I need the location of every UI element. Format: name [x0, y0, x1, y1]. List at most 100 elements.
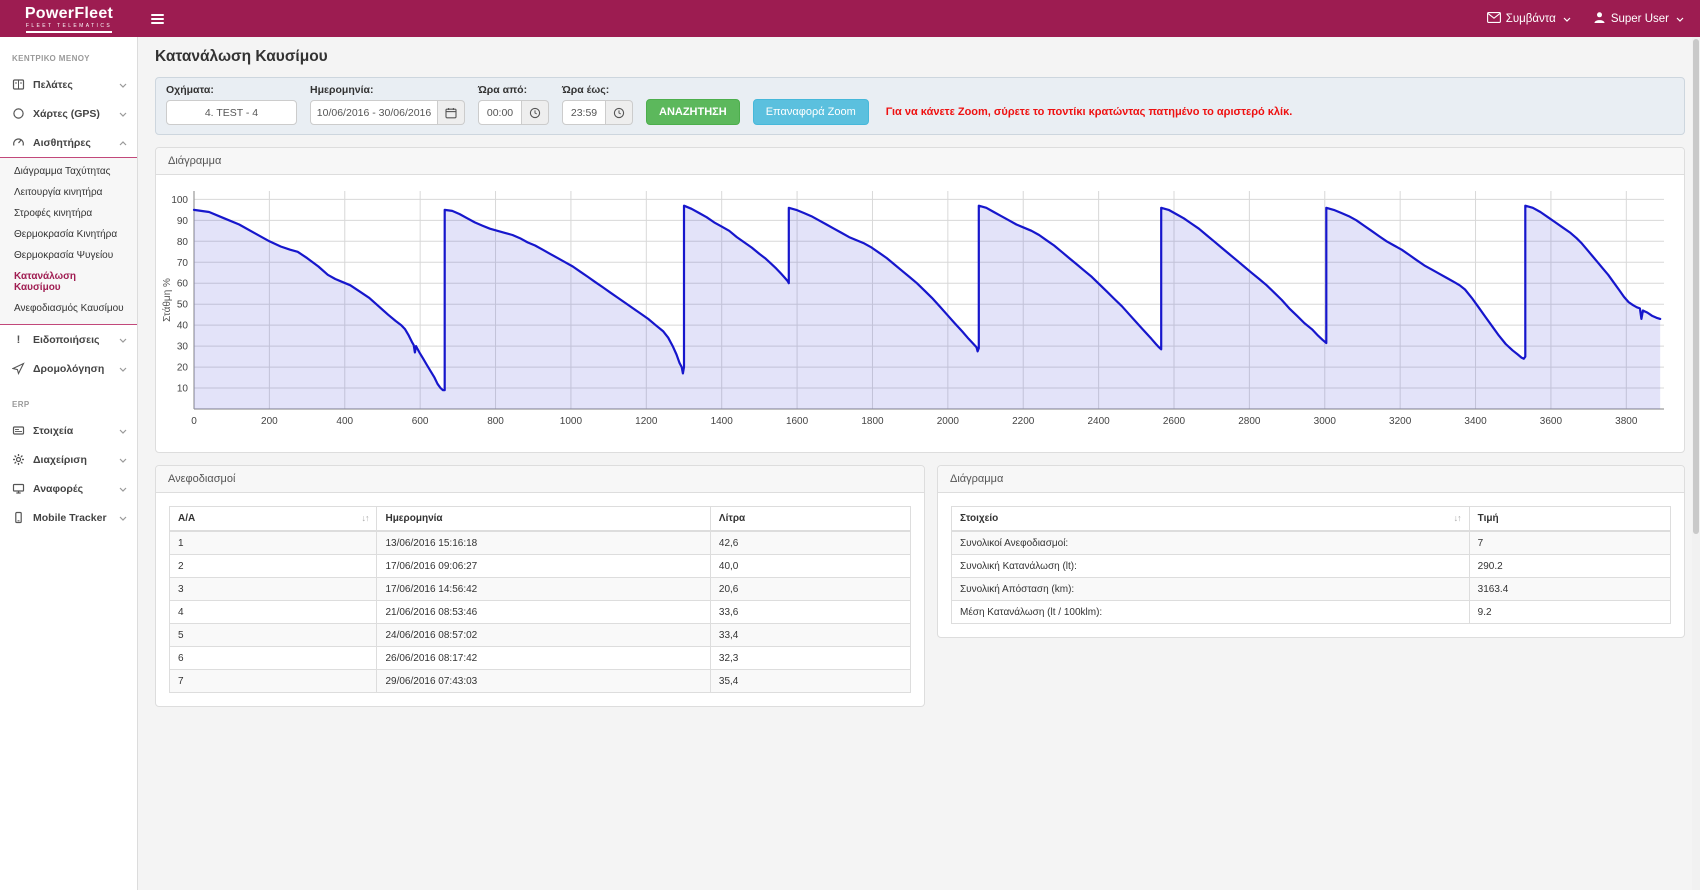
submenu-item-engine-rpm[interactable]: Στροφές κινητήρα [0, 203, 137, 224]
fuel-level-chart[interactable]: 0200400600800100012001400160018002000220… [156, 175, 1684, 452]
column-header-value[interactable]: Τιμή [1469, 507, 1670, 532]
table-cell: 2 [170, 555, 377, 578]
vertical-scrollbar[interactable] [1692, 37, 1700, 890]
svg-text:2600: 2600 [1163, 416, 1186, 427]
column-header-item[interactable]: Στοιχείο↓↑ [952, 507, 1470, 532]
svg-text:3400: 3400 [1464, 416, 1487, 427]
table-cell: 17/06/2016 14:56:42 [377, 578, 710, 601]
scrollbar-thumb[interactable] [1693, 39, 1699, 534]
main-content: Κατανάλωση Καυσίμου Οχήματα: Ημερομηνία:… [139, 37, 1685, 890]
sidebar-item-label: Πελάτες [33, 79, 111, 91]
top-navbar: PowerFleet FLEET TELEMATICS Συμβάντα Sup… [0, 0, 1700, 37]
vehicles-input[interactable] [166, 100, 297, 125]
reset-zoom-button[interactable]: Επαναφορά Zoom [753, 99, 869, 125]
submenu-item-speed-chart[interactable]: Διάγραμμα Ταχύτητας [0, 161, 137, 182]
chevron-down-icon [1563, 13, 1571, 25]
svg-text:1800: 1800 [861, 416, 884, 427]
svg-text:1000: 1000 [560, 416, 583, 427]
globe-icon [12, 107, 25, 120]
sidebar-item-label: Mobile Tracker [33, 512, 111, 524]
sidebar-item-notifications[interactable]: ! Ειδοποιήσεις [0, 325, 137, 354]
sort-icon[interactable]: ↓↑ [361, 513, 368, 523]
svg-text:2400: 2400 [1087, 416, 1110, 427]
submenu-item-engine-operation[interactable]: Λειτουργία κινητήρα [0, 182, 137, 203]
stats-panel: Διάγραμμα Στοιχείο↓↑ Τιμή Συνολικοί Ανεφ… [937, 465, 1685, 638]
search-button[interactable]: ΑΝΑΖΗΤΗΣΗ [646, 99, 740, 125]
sidebar-item-label: Δρομολόγηση [33, 363, 111, 375]
svg-text:0: 0 [191, 416, 197, 427]
table-cell: 26/06/2016 08:17:42 [377, 647, 710, 670]
stats-panel-title: Διάγραμμα [938, 466, 1684, 493]
sidebar-item-reports[interactable]: Αναφορές [0, 474, 137, 503]
clock-icon[interactable] [606, 100, 633, 125]
sidebar-item-maps-gps[interactable]: Χάρτες (GPS) [0, 99, 137, 128]
time-to-label: Ώρα έως: [562, 84, 633, 96]
table-cell: Συνολική Κατανάλωση (lt): [952, 555, 1470, 578]
submenu-item-fridge-temperature[interactable]: Θερμοκρασία Ψυγείου [0, 245, 137, 266]
submenu-item-fuel-refill[interactable]: Ανεφοδιασμός Καυσίμου [0, 298, 137, 319]
svg-text:2200: 2200 [1012, 416, 1035, 427]
time-to-input[interactable] [562, 100, 606, 125]
sensors-submenu: Διάγραμμα Ταχύτητας Λειτουργία κινητήρα … [0, 157, 137, 325]
chevron-down-icon [119, 79, 127, 91]
table-cell: 42,6 [710, 531, 910, 555]
chevron-down-icon [119, 363, 127, 375]
chevron-up-icon [119, 137, 127, 149]
sidebar-item-label: Αισθητήρες [33, 137, 111, 149]
sidebar-item-sensors[interactable]: Αισθητήρες [0, 128, 137, 157]
svg-text:40: 40 [177, 321, 189, 332]
date-range-input[interactable] [310, 100, 438, 125]
sidebar-item-records[interactable]: Στοιχεία [0, 416, 137, 445]
svg-text:50: 50 [177, 300, 189, 311]
user-icon [1593, 11, 1606, 27]
sidebar-item-routing[interactable]: Δρομολόγηση [0, 354, 137, 383]
sidebar-section-erp: ERP [0, 383, 137, 416]
submenu-item-engine-temperature[interactable]: Θερμοκρασία Κινητήρα [0, 224, 137, 245]
svg-text:60: 60 [177, 279, 189, 290]
events-label: Συμβάντα [1506, 13, 1556, 25]
table-cell: 24/06/2016 08:57:02 [377, 624, 710, 647]
sidebar-item-mobile-tracker[interactable]: Mobile Tracker [0, 503, 137, 532]
logo-title: PowerFleet [25, 6, 113, 22]
svg-text:90: 90 [177, 216, 189, 227]
svg-text:70: 70 [177, 258, 189, 269]
column-header-liters[interactable]: Λίτρα [710, 507, 910, 532]
chart-svg[interactable]: 0200400600800100012001400160018002000220… [160, 181, 1676, 445]
table-cell: 1 [170, 531, 377, 555]
table-cell: 33,6 [710, 601, 910, 624]
sidebar-item-customers[interactable]: Πελάτες [0, 70, 137, 99]
sort-icon[interactable]: ↓↑ [1454, 513, 1461, 523]
table-cell: 7 [170, 670, 377, 693]
menu-toggle-icon[interactable] [151, 14, 164, 24]
svg-text:3800: 3800 [1615, 416, 1638, 427]
table-cell: 290.2 [1469, 555, 1670, 578]
svg-text:1600: 1600 [786, 416, 809, 427]
svg-text:3000: 3000 [1314, 416, 1337, 427]
column-header-date[interactable]: Ημερομηνία [377, 507, 710, 532]
app-logo[interactable]: PowerFleet FLEET TELEMATICS [0, 4, 138, 33]
time-from-input[interactable] [478, 100, 522, 125]
monitor-icon [12, 482, 25, 495]
table-row: 113/06/2016 15:16:1842,6 [170, 531, 911, 555]
calendar-icon[interactable] [438, 100, 465, 125]
sidebar-item-administration[interactable]: Διαχείριση [0, 445, 137, 474]
svg-text:Στάθμη %: Στάθμη % [161, 278, 173, 322]
sidebar: ΚΕΝΤΡΙΚΟ ΜΕΝΟΥ Πελάτες Χάρτες (GPS) Αισθ… [0, 37, 138, 890]
table-cell: 21/06/2016 08:53:46 [377, 601, 710, 624]
table-cell: Συνολικοί Ανεφοδιασμοί: [952, 531, 1470, 555]
column-header-index[interactable]: Α/Α↓↑ [170, 507, 377, 532]
envelope-icon [1487, 12, 1501, 26]
table-row: 421/06/2016 08:53:4633,6 [170, 601, 911, 624]
table-cell: 3 [170, 578, 377, 601]
events-menu[interactable]: Συμβάντα [1487, 12, 1571, 26]
user-menu[interactable]: Super User [1593, 11, 1684, 27]
table-cell: 5 [170, 624, 377, 647]
contacts-icon [12, 78, 25, 91]
chevron-down-icon [119, 108, 127, 120]
vehicles-label: Οχήματα: [166, 84, 297, 96]
table-row: Μέση Κατανάλωση (lt / 100klm):9.2 [952, 601, 1671, 624]
card-icon [12, 424, 25, 437]
table-row: 217/06/2016 09:06:2740,0 [170, 555, 911, 578]
clock-icon[interactable] [522, 100, 549, 125]
submenu-item-fuel-consumption[interactable]: Κατανάλωση Καυσίμου [0, 266, 137, 298]
